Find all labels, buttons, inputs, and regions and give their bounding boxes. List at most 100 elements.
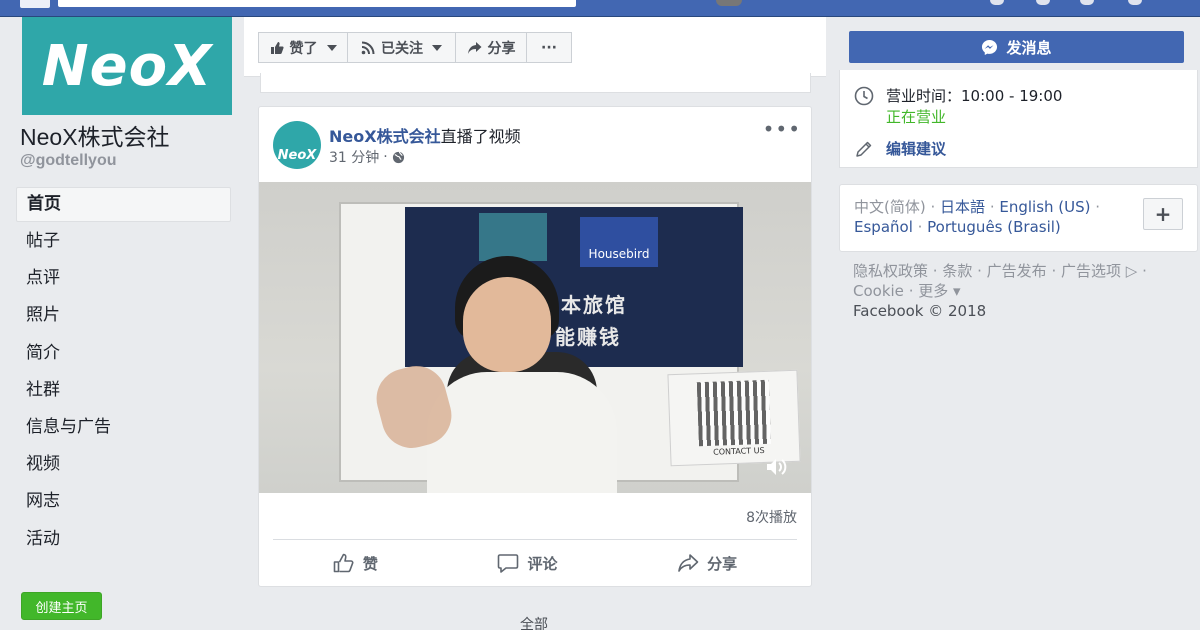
footer-link-advertising[interactable]: 广告发布 bbox=[987, 262, 1047, 280]
hours-line: 营业时间：10:00 - 19:00 bbox=[886, 86, 1062, 106]
help-icon[interactable] bbox=[1128, 0, 1142, 5]
post-divider bbox=[273, 539, 797, 540]
pencil-icon bbox=[856, 141, 872, 157]
thumbs-up-icon bbox=[333, 553, 354, 573]
view-count[interactable]: 8次播放 bbox=[746, 507, 797, 527]
footer-copyright: Facebook © 2018 bbox=[853, 302, 987, 320]
clock-icon bbox=[854, 86, 874, 106]
like-label: 赞 bbox=[362, 554, 378, 573]
left-sidebar: NeoX NeoX株式会社 @godtellyou 首页 帖子 点评 照片 简介… bbox=[0, 17, 244, 630]
like-button[interactable]: 赞 bbox=[333, 553, 378, 574]
live-video-player[interactable]: Housebird 投资日本旅馆 能赚钱 CONTACT US bbox=[259, 182, 811, 493]
share-page-label: 分享 bbox=[487, 40, 516, 57]
current-language: 中文(简体) bbox=[854, 198, 926, 216]
share-button[interactable]: 分享 bbox=[677, 553, 737, 574]
thumbs-up-icon bbox=[270, 41, 284, 54]
friend-requests-icon[interactable] bbox=[990, 0, 1004, 5]
send-message-button[interactable]: 发消息 bbox=[849, 31, 1184, 63]
facebook-logo-icon[interactable] bbox=[20, 0, 50, 8]
page-info-card: 营业时间：10:00 - 19:00 正在营业 编辑建议 bbox=[839, 70, 1198, 168]
nav-item-events[interactable]: 活动 bbox=[16, 522, 231, 559]
more-options-label: ··· bbox=[541, 39, 557, 56]
chevron-down-icon bbox=[432, 44, 442, 51]
ad-choices-icon: ▷ bbox=[1125, 262, 1138, 280]
following-label: 已关注 bbox=[381, 40, 423, 57]
user-avatar[interactable] bbox=[716, 0, 742, 6]
share-page-button[interactable]: 分享 bbox=[455, 32, 527, 63]
previous-post-bottom-edge bbox=[260, 73, 811, 93]
post-action-row: 赞 评论 分享 bbox=[273, 545, 797, 581]
nav-item-photos[interactable]: 照片 bbox=[16, 298, 231, 335]
more-options-button[interactable]: ··· bbox=[526, 32, 572, 63]
nav-item-posts[interactable]: 帖子 bbox=[16, 224, 231, 261]
language-link-spanish[interactable]: Español bbox=[854, 218, 913, 236]
chevron-down-icon: ▾ bbox=[953, 282, 961, 300]
more-languages-button[interactable]: + bbox=[1143, 198, 1183, 230]
hours-value: 10:00 - 19:00 bbox=[961, 87, 1063, 105]
language-selector-card: 中文(简体) · 日本語 · English (US) · Español · … bbox=[839, 184, 1198, 252]
post-header-title: NeoX株式会社直播了视频 bbox=[329, 123, 521, 147]
open-status: 正在营业 bbox=[886, 108, 947, 126]
notifications-icon[interactable] bbox=[1080, 0, 1094, 5]
qr-card-caption: CONTACT US bbox=[713, 445, 765, 457]
comment-bubble-icon bbox=[498, 554, 519, 573]
page-title[interactable]: NeoX株式会社 bbox=[20, 118, 170, 152]
hours-label: 营业时间： bbox=[886, 87, 962, 105]
footer-link-terms[interactable]: 条款 bbox=[942, 262, 972, 280]
page-footer: 隐私权政策 · 条款 · 广告发布 · 广告选项 ▷ · Cookie · 更多… bbox=[853, 261, 1163, 321]
business-hours-row: 营业时间：10:00 - 19:00 正在营业 bbox=[854, 86, 1062, 127]
page-navigation: 首页 帖子 点评 照片 简介 社群 信息与广告 视频 网志 活动 bbox=[16, 187, 231, 559]
footer-link-cookies[interactable]: Cookie bbox=[853, 282, 904, 300]
following-button[interactable]: 已关注 bbox=[347, 32, 456, 63]
language-link-japanese[interactable]: 日本語 bbox=[940, 198, 985, 216]
rss-feed-icon bbox=[361, 41, 375, 54]
language-link-portuguese[interactable]: Português (Brasil) bbox=[927, 218, 1061, 236]
language-link-english[interactable]: English (US) bbox=[999, 198, 1090, 216]
post-action-text: 直播了视频 bbox=[440, 127, 521, 146]
live-video-post: NeoX NeoX株式会社直播了视频 31 分钟 · ••• Housebird… bbox=[258, 106, 812, 587]
page-profile-picture[interactable]: NeoX bbox=[22, 17, 232, 115]
search-input[interactable] bbox=[58, 0, 576, 7]
comment-label: 评论 bbox=[527, 554, 558, 573]
liked-button[interactable]: 赞了 bbox=[258, 32, 348, 63]
messenger-icon bbox=[982, 39, 998, 55]
page-handle[interactable]: @godtellyou bbox=[20, 152, 116, 170]
post-options-icon[interactable]: ••• bbox=[763, 117, 801, 141]
language-list: 中文(简体) · 日本語 · English (US) · Español · … bbox=[854, 198, 1101, 236]
video-person-face bbox=[463, 277, 551, 372]
nav-item-info-and-ads[interactable]: 信息与广告 bbox=[16, 410, 231, 447]
post-meta: 31 分钟 · bbox=[329, 147, 405, 167]
liked-label: 赞了 bbox=[289, 40, 318, 57]
post-author-link[interactable]: NeoX株式会社 bbox=[329, 127, 441, 146]
nav-item-notes[interactable]: 网志 bbox=[16, 484, 231, 521]
meta-separator: · bbox=[383, 149, 388, 165]
suggest-edits-link[interactable]: 编辑建议 bbox=[854, 138, 946, 159]
top-navigation-bar bbox=[0, 0, 1200, 17]
avatar-logo-text: NeoX bbox=[277, 148, 317, 163]
create-page-button[interactable]: 创建主页 bbox=[21, 592, 102, 620]
video-qr-card: CONTACT US bbox=[667, 369, 801, 467]
share-label: 分享 bbox=[707, 554, 738, 573]
footer-link-privacy[interactable]: 隐私权政策 bbox=[853, 262, 928, 280]
nav-item-videos[interactable]: 视频 bbox=[16, 447, 231, 484]
globe-icon[interactable] bbox=[392, 151, 405, 164]
messenger-icon[interactable] bbox=[1036, 0, 1050, 5]
nav-item-community[interactable]: 社群 bbox=[16, 373, 231, 410]
page-logo-text: NeoX bbox=[41, 33, 213, 99]
nav-item-reviews[interactable]: 点评 bbox=[16, 261, 231, 298]
hours-info: 营业时间：10:00 - 19:00 正在营业 bbox=[886, 86, 1062, 127]
chevron-down-icon bbox=[326, 44, 337, 51]
post-author-avatar[interactable]: NeoX bbox=[273, 121, 321, 169]
banner-logo-left bbox=[479, 213, 547, 261]
comment-button[interactable]: 评论 bbox=[497, 553, 557, 574]
share-arrow-icon bbox=[467, 41, 481, 54]
footer-link-more[interactable]: 更多 bbox=[918, 282, 948, 300]
share-arrow-icon bbox=[678, 554, 699, 572]
footer-link-ad-choices[interactable]: 广告选项 bbox=[1061, 262, 1121, 280]
video-banner: Housebird 投资日本旅馆 能赚钱 bbox=[405, 207, 743, 367]
nav-item-about[interactable]: 简介 bbox=[16, 336, 231, 373]
see-all-link[interactable]: 全部 bbox=[520, 614, 548, 630]
nav-item-home[interactable]: 首页 bbox=[16, 187, 231, 222]
volume-icon[interactable] bbox=[765, 457, 789, 477]
post-timestamp[interactable]: 31 分钟 bbox=[329, 147, 379, 167]
